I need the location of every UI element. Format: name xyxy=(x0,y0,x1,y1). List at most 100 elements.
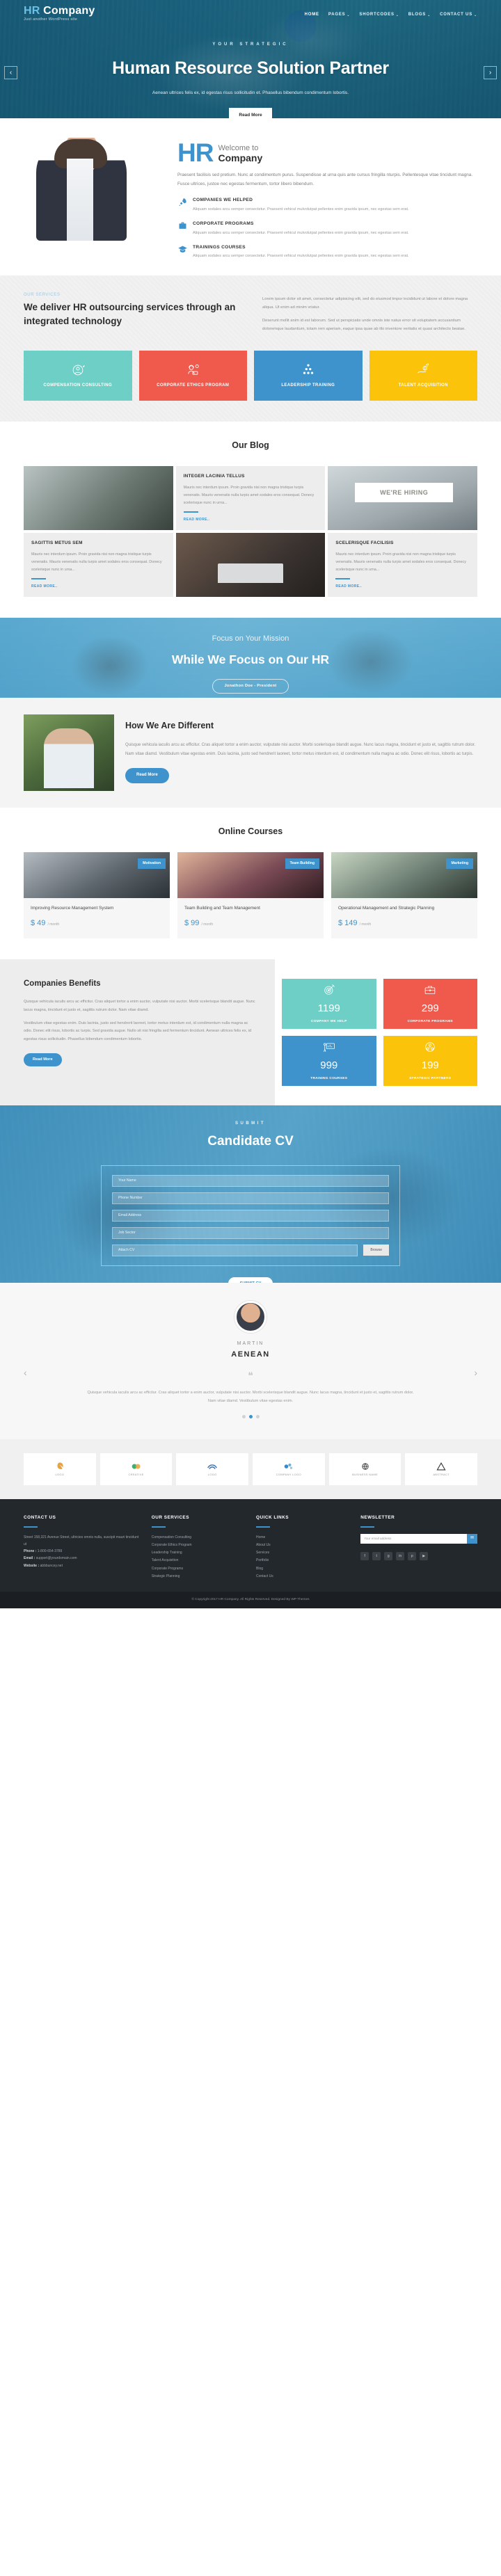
testimonial-dot-2[interactable] xyxy=(248,1415,253,1419)
course-name: Team Building and Team Management xyxy=(184,906,260,911)
footer-service-link[interactable]: Talent Acquisition xyxy=(152,1557,245,1565)
benefits-read-more-button[interactable]: Read More xyxy=(24,1053,62,1067)
avatar xyxy=(234,1300,267,1333)
counter-label: STRATEGIC PARTNERS xyxy=(409,1076,452,1080)
benefits-copy: Companies Benefits Quisque vehicula iacu… xyxy=(0,959,275,1105)
blog-read-more-link[interactable]: READ MORE.. xyxy=(184,517,318,522)
footer-services-column: OUR SERVICES Compensation Consulting Cor… xyxy=(151,1514,245,1581)
blog-read-more-link[interactable]: READ MORE.. xyxy=(31,584,166,589)
nav-item-blogs[interactable]: BLOGS ⌄ xyxy=(408,12,431,19)
linkedin-icon[interactable]: in xyxy=(396,1551,405,1560)
service-box-label: LEADERSHIP TRAINING xyxy=(281,383,335,388)
blog-read-more-link[interactable]: READ MORE.. xyxy=(335,584,470,589)
course-name: Operational Management and Strategic Pla… xyxy=(338,906,435,911)
blog-post-title: SAGITTIS METUS SEM xyxy=(31,541,83,546)
divider xyxy=(360,1526,375,1528)
submit-cv-button[interactable]: SUBMIT CV xyxy=(228,1277,273,1283)
newsletter-form: Your email address ✉ xyxy=(360,1533,477,1544)
twitter-icon[interactable]: t xyxy=(372,1551,381,1560)
nav-item-contact-us[interactable]: CONTACT US ⌄ xyxy=(440,12,477,19)
mission-author-badge[interactable]: Jonathon Doe - President xyxy=(212,678,289,694)
client-logo-1[interactable]: LOGO xyxy=(24,1453,96,1486)
job-sector-input[interactable]: Job Sector xyxy=(112,1226,389,1239)
attach-cv-input[interactable]: Attach CV xyxy=(112,1244,358,1256)
services-heading-block: OUR SERVICES We deliver HR outsourcing s… xyxy=(24,292,239,335)
blog-image-1 xyxy=(24,466,173,531)
quote-icon: ❝ xyxy=(248,1370,253,1382)
footer-phone-value[interactable]: 1-800-654-3789 xyxy=(38,1549,63,1553)
footer-service-link[interactable]: Leadership Training xyxy=(152,1549,245,1557)
blog-post-scelerisque-facilisis[interactable]: SCELERISQUE FACILISIS Mauris nec interdu… xyxy=(328,533,477,598)
slider-next-arrow[interactable]: › xyxy=(484,66,497,79)
footer-service-link[interactable]: Strategic Planning xyxy=(152,1573,245,1581)
youtube-icon[interactable]: ▶ xyxy=(420,1551,429,1560)
counters-grid: 1199 COMPANY WE HELP 299 CORPORATE PROGR… xyxy=(275,959,501,1105)
copyright-bar: © Copyright 2017 HR Company. All Rights … xyxy=(0,1592,501,1608)
course-price-period: / month xyxy=(359,922,372,927)
footer-quick-link[interactable]: Contact Us xyxy=(256,1573,349,1581)
client-logo-5[interactable]: BUSINESS NAME xyxy=(328,1453,401,1486)
phone-number-input[interactable]: Phone Number xyxy=(112,1192,389,1204)
footer-quick-link[interactable]: Portfolio xyxy=(256,1557,349,1565)
blog-post-excerpt: Mauris nec interdum ipsum. Proin gravida… xyxy=(31,552,162,572)
course-card-motivation[interactable]: Motivation Improving Resource Management… xyxy=(24,852,170,938)
blog-post-sagittis-metus-sem[interactable]: SAGITTIS METUS SEM Mauris nec interdum i… xyxy=(24,533,173,598)
browse-button[interactable]: Browse xyxy=(363,1245,389,1256)
footer-quick-link[interactable]: Blog xyxy=(256,1565,349,1573)
facebook-icon[interactable]: f xyxy=(360,1551,369,1560)
testimonial-prev-arrow[interactable]: ‹ xyxy=(24,1365,27,1380)
social-links: f t g in p ▶ xyxy=(360,1551,477,1560)
footer-email: Email : support@yourdomain.com xyxy=(24,1555,141,1562)
google-plus-icon[interactable]: g xyxy=(384,1551,393,1560)
service-box-leadership-training[interactable]: LEADERSHIP TRAINING xyxy=(254,351,363,401)
nav-item-home[interactable]: HOME xyxy=(305,12,319,19)
site-logo[interactable]: HR Company Just another WordPress site xyxy=(24,5,95,22)
testimonial-dot-1[interactable] xyxy=(241,1415,246,1419)
client-logo-4[interactable]: COMPANY LOGO xyxy=(253,1453,325,1486)
testimonial-section: MARTIN AENEAN ❝ Quisque vehicula iaculis… xyxy=(0,1282,501,1440)
footer-quick-link[interactable]: Home xyxy=(256,1534,349,1542)
footer-website-value[interactable]: abbbuncey.net xyxy=(40,1564,63,1568)
briefcase-icon xyxy=(177,221,188,237)
service-box-talent-acquisition[interactable]: TALENT ACQUISITION xyxy=(369,351,477,401)
client-logo-6[interactable]: ABSTRACT xyxy=(405,1453,478,1486)
attach-cv-row: Attach CV Browse xyxy=(112,1244,389,1256)
pinterest-icon[interactable]: p xyxy=(408,1551,417,1560)
footer-heading-newsletter: NEWSLETTER xyxy=(360,1515,395,1521)
newsletter-submit-button[interactable]: ✉ xyxy=(467,1533,477,1544)
footer-service-link[interactable]: Corporate Programs xyxy=(152,1565,245,1573)
nav-item-shortcodes[interactable]: SHORTCODES ⌄ xyxy=(359,12,399,19)
slider-prev-arrow[interactable]: ‹ xyxy=(4,66,17,79)
hero-read-more-button[interactable]: Read More xyxy=(229,107,272,118)
footer-heading-contact: CONTACT US xyxy=(24,1515,56,1521)
email-address-input[interactable]: Email Address xyxy=(112,1209,389,1222)
footer-service-link[interactable]: Compensation Consulting xyxy=(152,1534,245,1542)
course-image: Motivation xyxy=(24,852,170,899)
footer-quick-link[interactable]: Services xyxy=(256,1549,349,1557)
nav-item-pages[interactable]: PAGES ⌄ xyxy=(328,12,351,19)
feature-desc: Aliquam sodales arcu semper consectetur.… xyxy=(193,254,409,259)
service-box-compensation-consulting[interactable]: COMPENSATION CONSULTING xyxy=(24,351,132,401)
your-name-input[interactable]: Your Name xyxy=(112,1174,389,1187)
client-logo-3[interactable]: LOGO xyxy=(176,1453,249,1486)
how-we-are-different-section: How We Are Different Quisque vehicula ia… xyxy=(0,698,501,808)
blog-image-3 xyxy=(175,533,326,598)
company-label: Company xyxy=(218,152,263,164)
service-box-corporate-ethics-program[interactable]: CORPORATE ETHICS PROGRAM xyxy=(138,351,247,401)
businesswoman-image xyxy=(36,138,127,241)
course-card-team-building[interactable]: Team Building Team Building and Team Man… xyxy=(177,852,324,938)
divider xyxy=(183,511,198,513)
graduation-cap-icon xyxy=(177,244,188,260)
different-image xyxy=(24,714,114,792)
testimonial-dot-3[interactable] xyxy=(255,1415,260,1419)
testimonial-next-arrow[interactable]: › xyxy=(474,1365,477,1380)
footer-service-link[interactable]: Corporate Ethics Program xyxy=(152,1542,245,1549)
footer-email-value[interactable]: support@yourdomain.com xyxy=(36,1556,77,1560)
blog-post-integer-lacinia-tellus[interactable]: INTEGER LACINIA TELLUS Mauris nec interd… xyxy=(175,466,326,531)
footer-quick-links-column: QUICK LINKS Home About Us Services Portf… xyxy=(256,1514,349,1581)
course-card-marketing[interactable]: Marketing Operational Management and Str… xyxy=(331,852,477,938)
footer-quick-link[interactable]: About Us xyxy=(256,1542,349,1549)
different-read-more-button[interactable]: Read More xyxy=(125,768,169,784)
client-logo-2[interactable]: CREATIVE xyxy=(100,1453,173,1486)
newsletter-email-input[interactable]: Your email address xyxy=(360,1533,467,1544)
